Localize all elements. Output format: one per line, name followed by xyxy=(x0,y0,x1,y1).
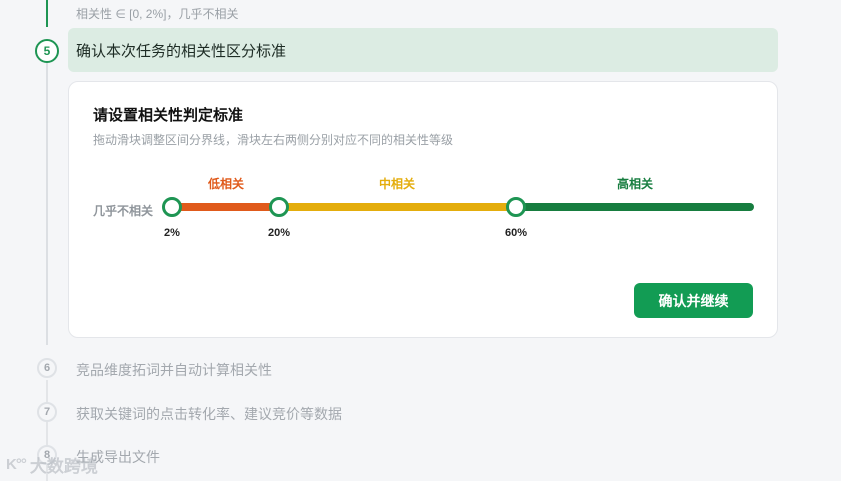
step-7-title: 获取关键词的点击转化率、建议竞价等数据 xyxy=(76,406,342,422)
threshold-label-60: 60% xyxy=(504,227,528,239)
zone-label-low: 低相关 xyxy=(207,177,245,191)
step-6-indicator: 6 xyxy=(37,358,57,378)
timeline-line-done xyxy=(46,0,48,27)
threshold-label-20: 20% xyxy=(267,227,291,239)
step-6-title: 竞品维度拓词并自动计算相关性 xyxy=(76,362,272,378)
step-7-indicator: 7 xyxy=(37,402,57,422)
step-5-title: 确认本次任务的相关性区分标准 xyxy=(76,42,287,60)
timeline-line xyxy=(46,62,48,345)
zone-label-mid: 中相关 xyxy=(378,177,416,191)
watermark-text: 大数跨境 xyxy=(29,457,98,476)
step-5-header: 确认本次任务的相关性区分标准 xyxy=(68,28,778,72)
slider-handle-20[interactable] xyxy=(269,197,289,217)
slider-handle-60[interactable] xyxy=(506,197,526,217)
step-5-indicator: 5 xyxy=(35,39,59,63)
watermark: K°° 大数跨境 xyxy=(6,452,98,477)
confirm-continue-button[interactable]: 确认并继续 xyxy=(634,283,753,318)
card-title: 请设置相关性判定标准 xyxy=(93,107,244,124)
relevance-settings-card: 请设置相关性判定标准 拖动滑块调整区间分界线，滑块左右两侧分别对应不同的相关性等… xyxy=(68,81,778,338)
range-mid-segment xyxy=(279,203,516,211)
watermark-logo-icon: K°° xyxy=(6,456,27,473)
card-description: 拖动滑块调整区间分界线，滑块左右两侧分别对应不同的相关性等级 xyxy=(93,133,454,147)
range-high-segment xyxy=(516,203,754,211)
zone-label-high: 高相关 xyxy=(616,177,654,191)
range-low-segment xyxy=(173,203,279,211)
previous-step-summary: 相关性 ∈ [0, 2%]，几乎不相关 xyxy=(76,7,239,21)
slider-handle-2[interactable] xyxy=(162,197,182,217)
irrelevant-label: 几乎不相关 xyxy=(93,204,154,218)
threshold-label-2: 2% xyxy=(164,227,180,239)
